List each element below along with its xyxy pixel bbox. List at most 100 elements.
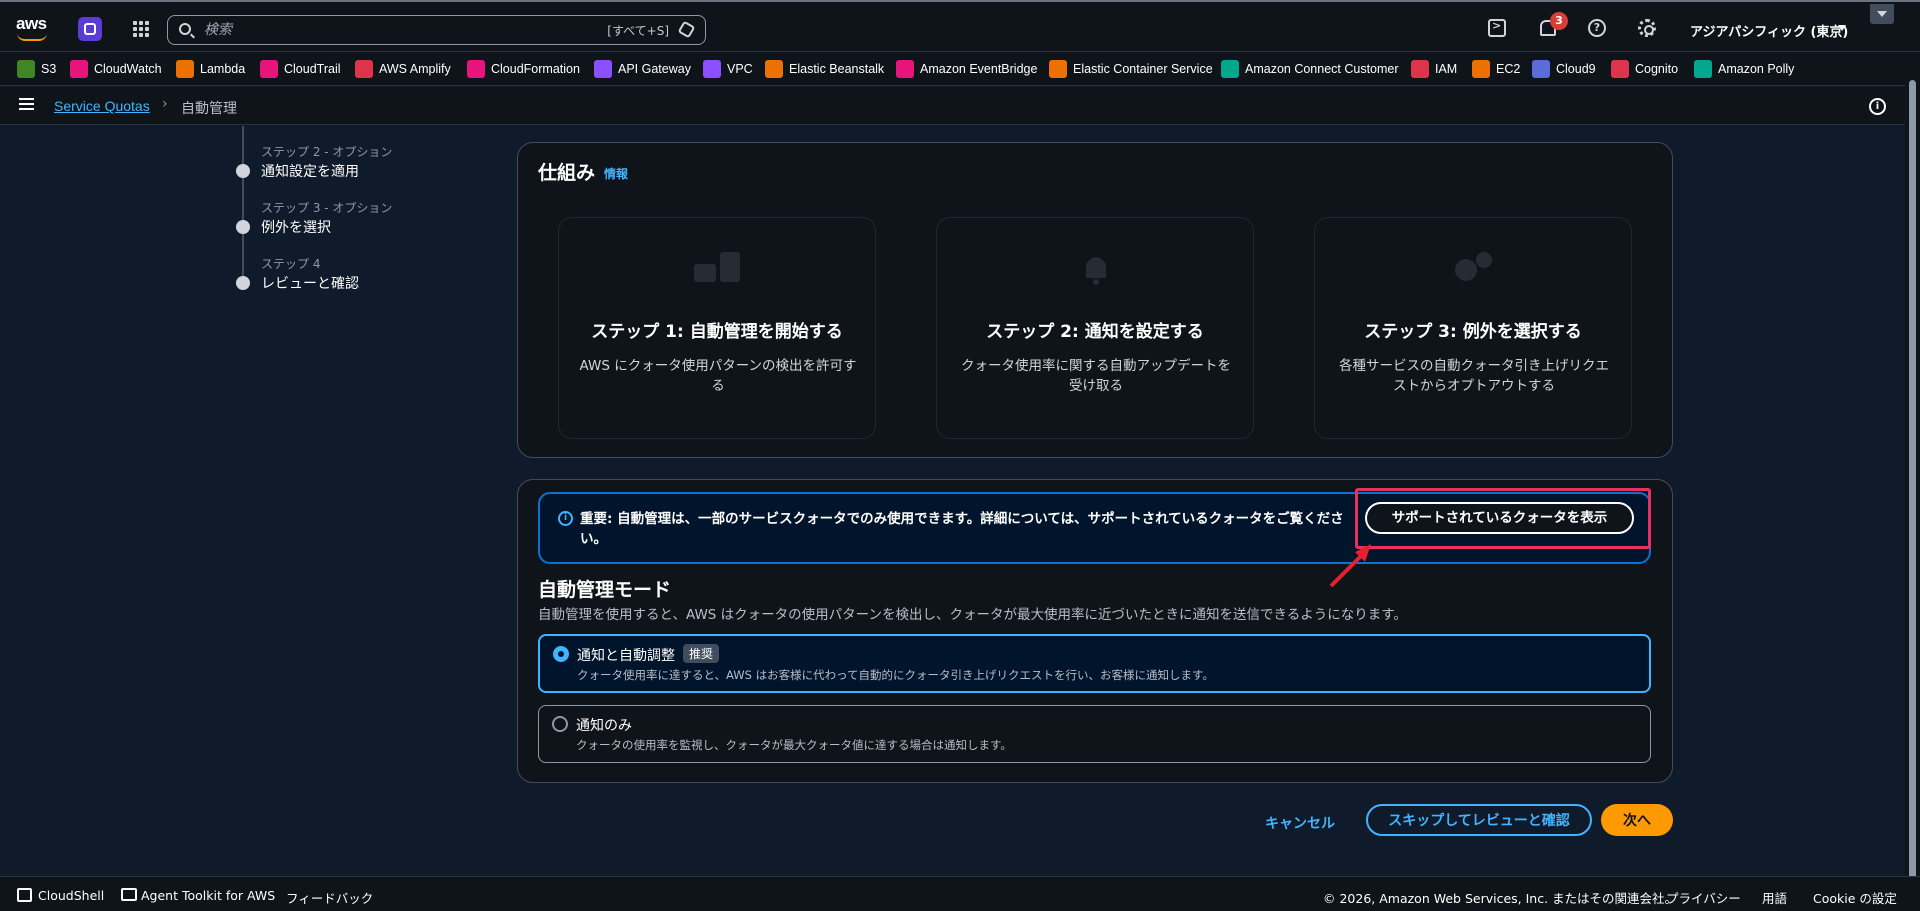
favorites-bar: S3 CloudWatch Lambda CloudTrail AWS Ampl… xyxy=(0,52,1920,86)
option-desc: クォータの使用率を監視し、クォータが最大クォータ値に達する場合は通知します。 xyxy=(576,738,1012,752)
highlight-box xyxy=(1355,488,1651,549)
footer-privacy[interactable]: プライバシー xyxy=(1666,888,1741,907)
option-desc: クォータ使用率に達すると、AWS はお客様に代わって自動的にクォータ引き上げリク… xyxy=(577,668,1214,682)
mode-description: 自動管理を使用すると、AWS はクォータの使用パターンを検出し、クォータが最大使… xyxy=(538,607,1407,623)
favorite-amazon-polly[interactable]: Amazon Polly xyxy=(1694,60,1794,78)
step-dot xyxy=(236,220,250,234)
aws-smile-icon xyxy=(17,33,47,41)
ecs-icon xyxy=(1049,60,1067,78)
search-box[interactable]: [すべて+S] xyxy=(167,15,706,45)
cloudshell-icon[interactable] xyxy=(1488,19,1506,37)
favorite-ecs[interactable]: Elastic Container Service xyxy=(1049,60,1213,78)
footer-cookie-settings[interactable]: Cookie の設定 xyxy=(1813,888,1897,907)
cancel-button[interactable]: キャンセル xyxy=(1260,808,1340,838)
aws-logo-text: aws xyxy=(16,14,47,33)
favorite-cloudtrail[interactable]: CloudTrail xyxy=(260,60,341,78)
favorite-ec2[interactable]: EC2 xyxy=(1472,60,1520,78)
collapse-tab-icon[interactable] xyxy=(1870,4,1894,24)
footer-cloudshell[interactable]: CloudShell xyxy=(38,888,104,903)
step-dot xyxy=(236,164,250,178)
step-card-title: ステップ 2: 通知を設定する xyxy=(986,322,1204,342)
breadcrumb-bar: Service Quotas › 自動管理 i xyxy=(0,87,1920,125)
bell-illustration-icon xyxy=(1086,257,1106,285)
option-title: 通知と自動調整 xyxy=(577,648,675,664)
scrollbar-thumb[interactable] xyxy=(1909,80,1916,900)
help-icon[interactable]: ? xyxy=(1588,19,1606,37)
step-card-desc: AWS にクォータ使用パターンの検出を許可する xyxy=(579,358,857,394)
menu-icon[interactable] xyxy=(19,98,34,110)
option-title: 通知のみ xyxy=(576,718,632,734)
step-card-title: ステップ 1: 自動管理を開始する xyxy=(591,322,843,342)
recommended-badge: 推奨 xyxy=(683,644,720,663)
favorite-iam[interactable]: IAM xyxy=(1411,60,1457,78)
favorite-s3[interactable]: S3 xyxy=(17,60,56,78)
footer-feedback[interactable]: フィードバック xyxy=(286,888,373,907)
cognito-icon xyxy=(1611,60,1629,78)
mode-option-notify-only[interactable]: 通知のみ クォータの使用率を監視し、クォータが最大クォータ値に達する場合は通知し… xyxy=(538,705,1651,763)
region-selector[interactable]: アジアパシフィック (東京) xyxy=(1690,21,1848,40)
favorite-amplify[interactable]: AWS Amplify xyxy=(355,60,451,78)
favorite-elastic-beanstalk[interactable]: Elastic Beanstalk xyxy=(765,60,884,78)
cloudtrail-icon xyxy=(260,60,278,78)
aws-logo[interactable]: aws xyxy=(16,14,50,42)
mode-option-notify-and-adjust[interactable]: 通知と自動調整 推奨 クォータ使用率に達すると、AWS はお客様に代わって自動的… xyxy=(538,634,1651,693)
cloud9-icon xyxy=(1532,60,1550,78)
footer: CloudShell Agent Toolkit for AWS フィードバック… xyxy=(0,876,1920,911)
footer-terms[interactable]: 用語 xyxy=(1762,888,1787,907)
info-link[interactable]: 情報 xyxy=(604,165,628,182)
gear-icon[interactable] xyxy=(1638,19,1656,37)
favorite-eventbridge[interactable]: Amazon EventBridge xyxy=(896,60,1037,78)
cloudformation-icon xyxy=(467,60,485,78)
alert-text: 重要: 自動管理は、一部のサービスクォータでのみ使用できます。詳細については、サ… xyxy=(580,511,1344,547)
step-card-1: ステップ 1: 自動管理を開始する AWS にクォータ使用パターンの検出を許可す… xyxy=(558,217,876,439)
step-card-desc: 各種サービスの自動クォータ引き上げリクエストからオプトアウトする xyxy=(1339,358,1609,394)
cloudwatch-icon xyxy=(70,60,88,78)
radio-button-unchecked[interactable] xyxy=(552,716,568,732)
favorite-cloud9[interactable]: Cloud9 xyxy=(1532,60,1596,78)
favorite-vpc[interactable]: VPC xyxy=(703,60,753,78)
step-title: 通知設定を適用 xyxy=(261,164,359,180)
info-circle-icon: i xyxy=(558,511,573,526)
radio-button-checked[interactable] xyxy=(553,646,569,662)
amazon-polly-icon xyxy=(1694,60,1712,78)
favorite-amazon-connect[interactable]: Amazon Connect Customer xyxy=(1221,60,1399,78)
step-title: 例外を選択 xyxy=(261,220,331,236)
how-it-works-title: 仕組み xyxy=(538,162,596,184)
footer-agent-toolkit[interactable]: Agent Toolkit for AWS xyxy=(141,888,275,903)
step-label: ステップ 2 - オプション xyxy=(261,145,393,159)
automation-illustration-icon xyxy=(694,252,740,282)
amplify-icon xyxy=(355,60,373,78)
step-label: ステップ 3 - オプション xyxy=(261,201,393,215)
step-card-2: ステップ 2: 通知を設定する クォータ使用率に関する自動アップデートを受け取る xyxy=(936,217,1254,439)
favorite-lambda[interactable]: Lambda xyxy=(176,60,245,78)
favorite-api-gateway[interactable]: API Gateway xyxy=(594,60,691,78)
favorite-cognito[interactable]: Cognito xyxy=(1611,60,1678,78)
scrollbar[interactable] xyxy=(1905,52,1920,900)
step-card-3: ステップ 3: 例外を選択する 各種サービスの自動クォータ引き上げリクエストから… xyxy=(1314,217,1632,439)
favorite-cloudwatch[interactable]: CloudWatch xyxy=(70,60,162,78)
services-grid-icon[interactable] xyxy=(133,21,149,37)
search-icon xyxy=(179,23,191,35)
iam-icon xyxy=(1411,60,1429,78)
chevron-right-icon: › xyxy=(162,96,168,112)
footer-copyright: © 2026, Amazon Web Services, Inc. またはその関… xyxy=(1323,891,1678,906)
breadcrumb-current: 自動管理 xyxy=(181,101,237,117)
favorite-cloudformation[interactable]: CloudFormation xyxy=(467,60,580,78)
amazon-connect-icon xyxy=(1221,60,1239,78)
service-quotas-logo-icon[interactable] xyxy=(78,17,102,41)
vpc-icon xyxy=(703,60,721,78)
step-label: ステップ 4 xyxy=(261,257,321,271)
lambda-icon xyxy=(176,60,194,78)
eventbridge-icon xyxy=(896,60,914,78)
skip-to-review-button[interactable]: スキップしてレビューと確認 xyxy=(1366,804,1592,836)
shortcut-icon xyxy=(677,20,696,39)
gears-illustration-icon xyxy=(1455,252,1492,281)
breadcrumb-service-quotas[interactable]: Service Quotas xyxy=(54,98,150,114)
elastic-beanstalk-icon xyxy=(765,60,783,78)
search-input[interactable] xyxy=(204,20,564,40)
info-icon[interactable]: i xyxy=(1869,98,1886,115)
step-card-title: ステップ 3: 例外を選択する xyxy=(1364,322,1582,342)
s3-icon xyxy=(17,60,35,78)
next-button[interactable]: 次へ xyxy=(1601,804,1673,836)
step-card-desc: クォータ使用率に関する自動アップデートを受け取る xyxy=(961,358,1231,394)
